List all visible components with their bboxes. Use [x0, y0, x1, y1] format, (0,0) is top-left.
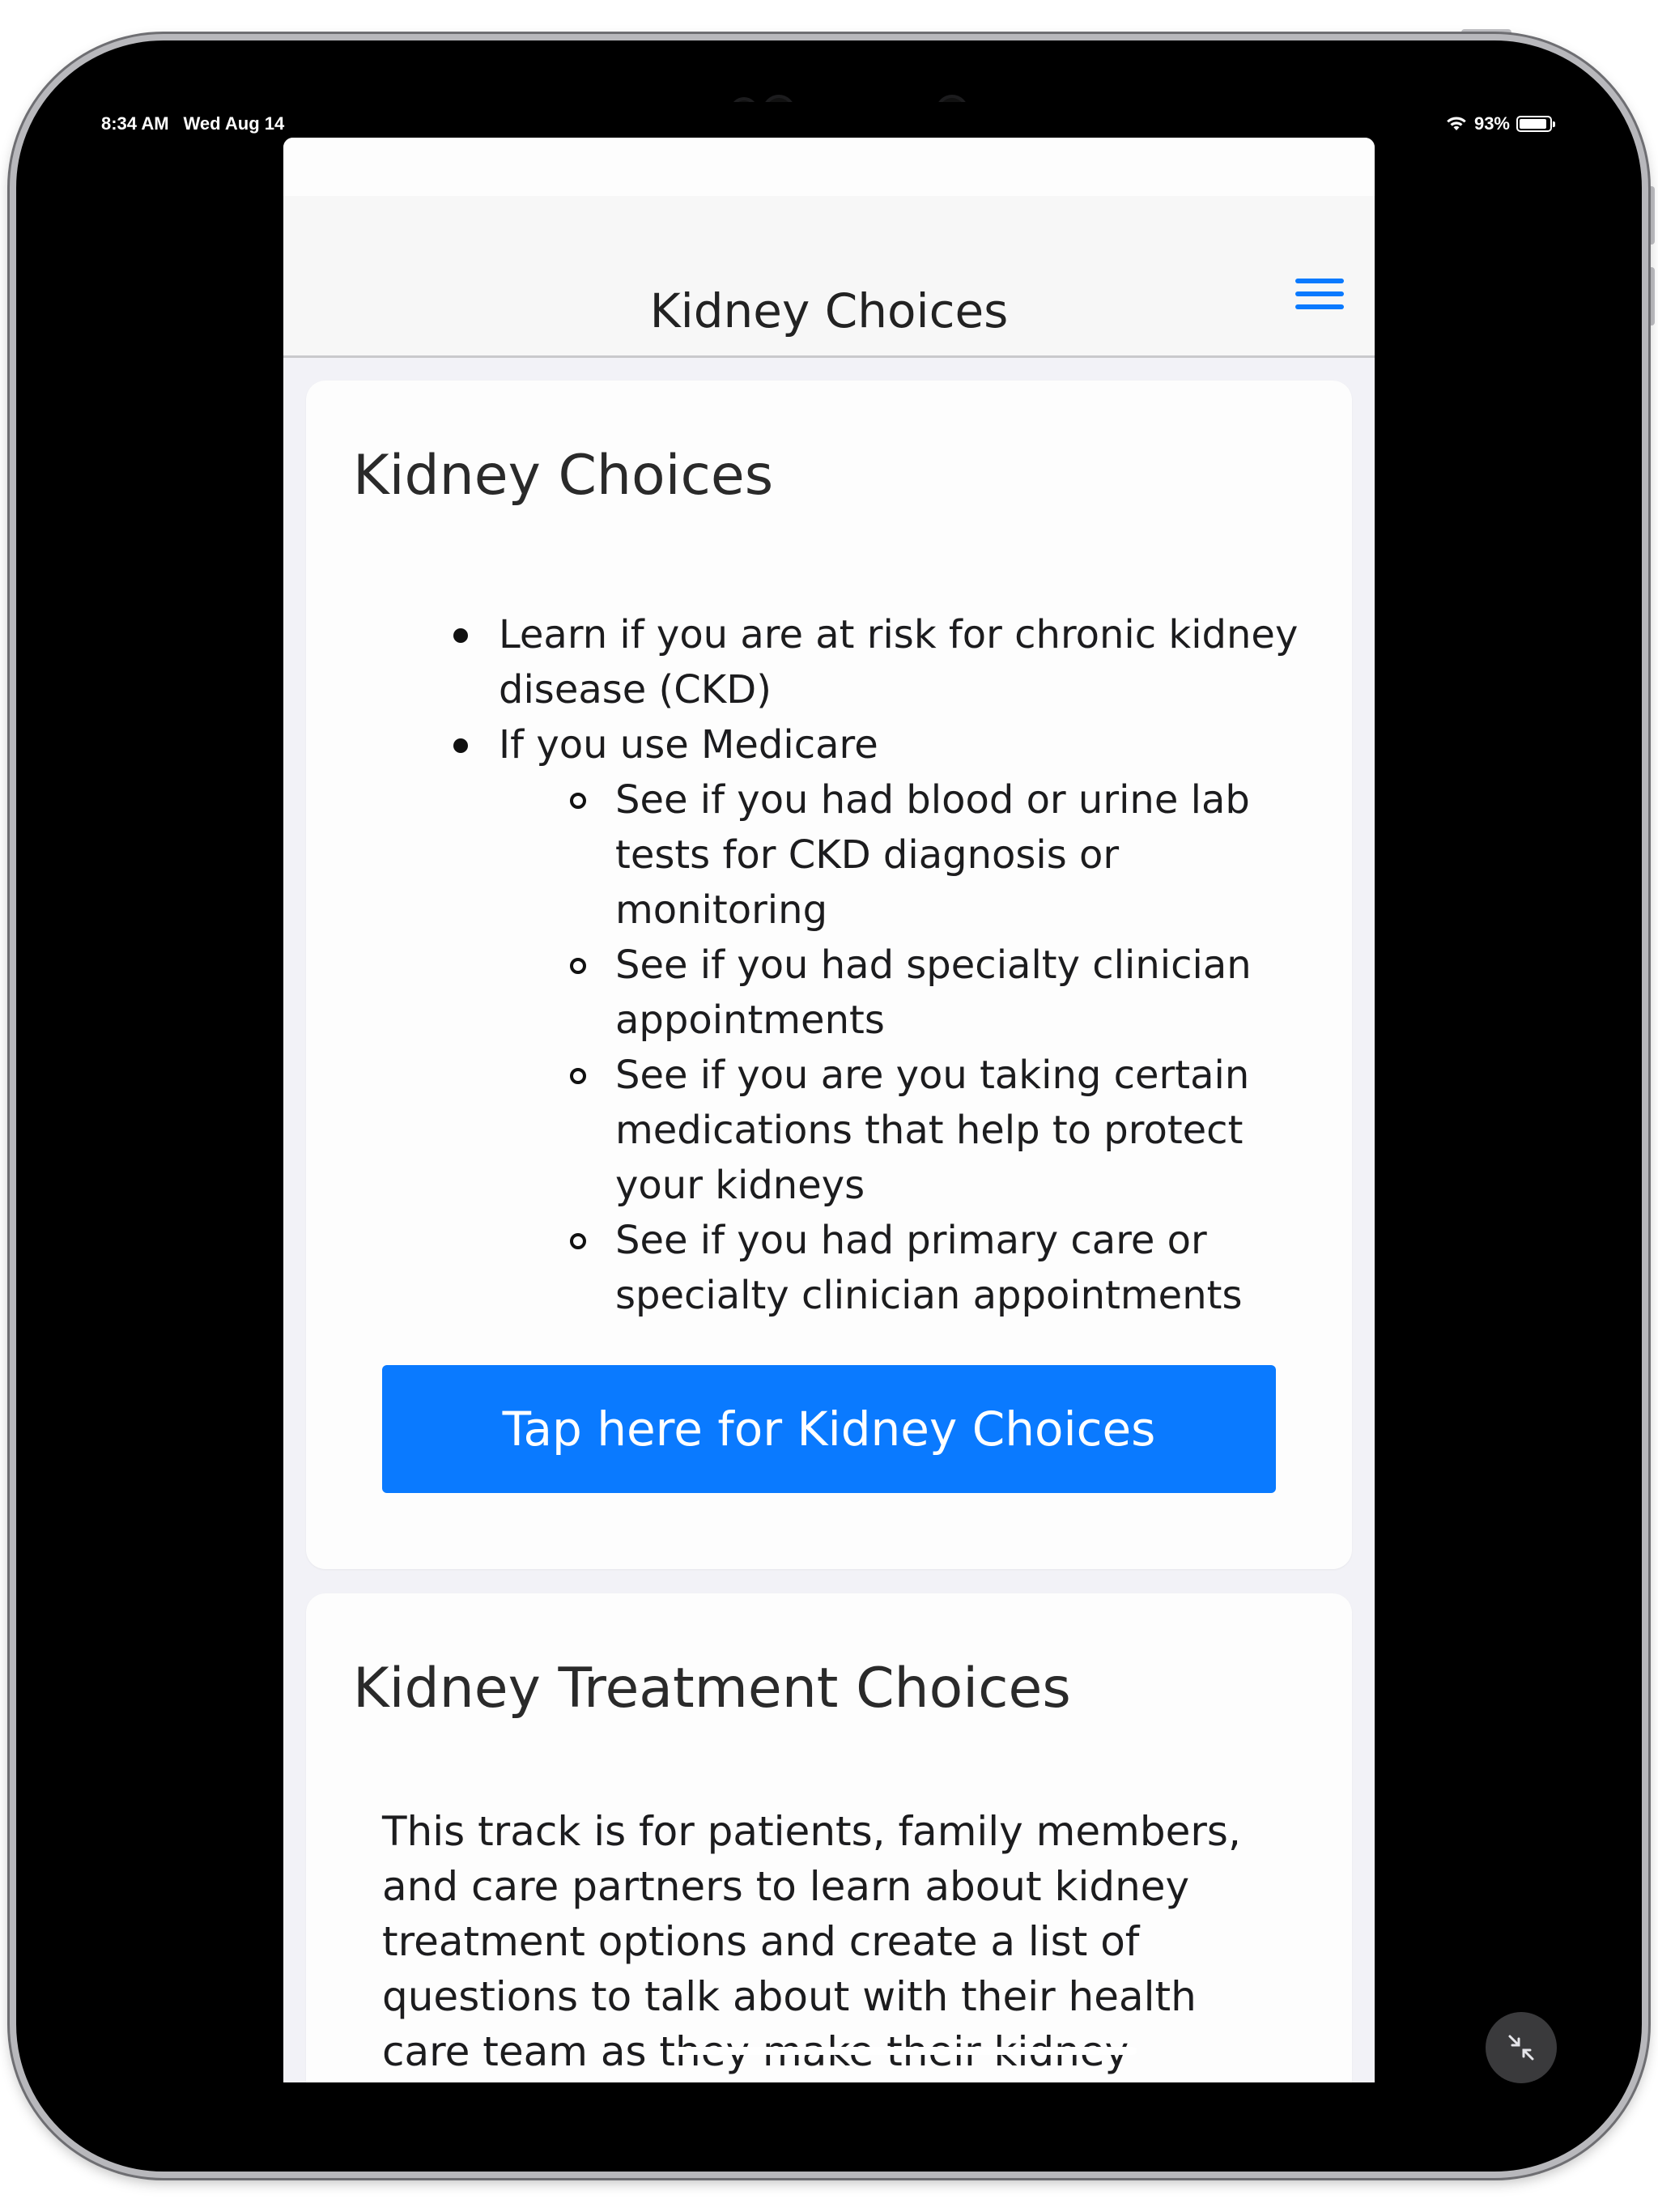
wifi-icon: [1447, 117, 1466, 130]
sub-list-item: See if you had blood or urine lab tests …: [353, 772, 1324, 938]
list-item: Learn if you are at risk for chronic kid…: [353, 607, 1324, 717]
screen: 8:34 AM Wed Aug 14 93% Kidney Choices Kid…: [75, 102, 1583, 2112]
shrink-window-button[interactable]: [1486, 2012, 1557, 2083]
sub-list-item: See if you are you taking certain medica…: [353, 1048, 1324, 1213]
card-title: Kidney Choices: [353, 444, 774, 508]
volume-down-button: [1648, 267, 1655, 325]
treatment-description: This track is for patients, family membe…: [382, 1808, 1241, 2075]
nav-title: Kidney Choices: [649, 283, 1009, 338]
volume-up-button: [1648, 186, 1655, 245]
shrink-arrows-icon: [1508, 2035, 1534, 2061]
hamburger-menu-icon[interactable]: [1295, 279, 1344, 324]
list-item: If you use Medicare: [353, 717, 1324, 772]
nav-bar: Kidney Choices: [283, 196, 1375, 358]
status-date: Wed Aug 14: [183, 113, 285, 134]
kidney-choices-card: Kidney Choices Learn if you are at risk …: [306, 381, 1352, 1569]
sheet-top: [283, 138, 1375, 196]
app-sheet: Kidney Choices Kidney Choices Learn if y…: [283, 138, 1375, 2082]
sub-list-item: See if you had specialty clinician appoi…: [353, 938, 1324, 1048]
card-title: Kidney Treatment Choices: [353, 1657, 1071, 1721]
kidney-treatment-choices-card: Kidney Treatment Choices This track is f…: [306, 1593, 1352, 2082]
battery-icon: [1516, 116, 1555, 132]
battery-fill: [1520, 119, 1547, 129]
sub-list-item: See if you had primary care or specialty…: [353, 1213, 1324, 1323]
status-time: 8:34 AM: [101, 113, 169, 134]
battery-percent: 93%: [1473, 113, 1510, 134]
kidney-choices-list: Learn if you are at risk for chronic kid…: [353, 607, 1324, 1323]
home-indicator[interactable]: [674, 2047, 1137, 2055]
kidney-choices-button[interactable]: Tap here for Kidney Choices: [382, 1365, 1276, 1493]
